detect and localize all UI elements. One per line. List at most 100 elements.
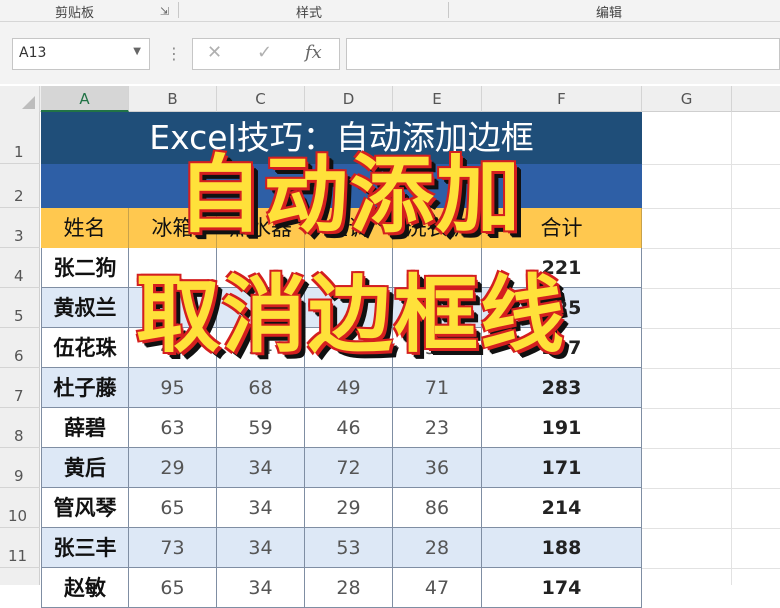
table-cell-total[interactable]: 214 xyxy=(482,488,642,528)
row-header-2[interactable]: 2 xyxy=(0,164,40,208)
table-cell-name[interactable]: 张二狗 xyxy=(41,248,129,288)
table-cell-value[interactable]: 29 xyxy=(129,448,217,488)
row-header-10[interactable]: 10 xyxy=(0,488,40,528)
gridline xyxy=(731,112,732,585)
table-cell-value[interactable]: 34 xyxy=(217,568,305,608)
column-header-b[interactable]: B xyxy=(129,86,217,112)
table-cell-value[interactable]: 34 xyxy=(217,488,305,528)
row-header-5[interactable]: 5 xyxy=(0,288,40,328)
header-cell-name[interactable]: 姓名 xyxy=(41,208,129,248)
chevron-down-icon[interactable]: ▼ xyxy=(133,46,141,57)
column-header-a[interactable]: A xyxy=(41,86,129,112)
formula-input[interactable] xyxy=(346,38,780,70)
row-header-3[interactable]: 3 xyxy=(0,208,40,248)
gridline xyxy=(642,248,780,249)
table-cell-total[interactable]: 174 xyxy=(482,568,642,608)
insert-function-icon[interactable]: fx xyxy=(305,42,322,63)
table-cell-value[interactable]: 59 xyxy=(217,408,305,448)
column-header-d[interactable]: D xyxy=(305,86,393,112)
cancel-icon[interactable]: ✕ xyxy=(207,42,222,63)
table-cell-value[interactable]: 28 xyxy=(305,568,393,608)
row-number: 2 xyxy=(14,187,24,205)
table-cell-name[interactable]: 张三丰 xyxy=(41,528,129,568)
row-number: 6 xyxy=(14,347,24,365)
name-box[interactable]: A13 ▼ xyxy=(12,38,150,70)
table-cell-total[interactable]: 188 xyxy=(482,528,642,568)
ribbon-group-labels: 剪贴板 ⇲ 样式 编辑 xyxy=(0,0,780,22)
row-header-9[interactable]: 9 xyxy=(0,448,40,488)
table-cell-value[interactable]: 46 xyxy=(305,408,393,448)
table-cell-name[interactable]: 薛碧 xyxy=(41,408,129,448)
table-cell-value[interactable]: 63 xyxy=(129,408,217,448)
row-header-7[interactable]: 7 xyxy=(0,368,40,408)
table-cell-value[interactable]: 34 xyxy=(217,448,305,488)
row-number: 10 xyxy=(8,507,28,525)
table-cell-value[interactable]: 36 xyxy=(393,448,482,488)
ribbon-separator xyxy=(178,2,179,18)
table-cell-name[interactable]: 黄叔兰 xyxy=(41,288,129,328)
table-cell-name[interactable]: 伍花珠 xyxy=(41,328,129,368)
overlay-caption-line2: 取消边框线 xyxy=(136,266,567,364)
row-number: 11 xyxy=(8,547,28,565)
table-cell-value[interactable]: 86 xyxy=(393,488,482,528)
column-header-g[interactable]: G xyxy=(642,86,732,112)
row-number: 5 xyxy=(14,307,24,325)
name-box-value: A13 xyxy=(19,45,47,61)
table-cell-value[interactable]: 65 xyxy=(129,488,217,528)
gridline xyxy=(642,328,780,329)
column-header-f[interactable]: F xyxy=(482,86,642,112)
gridline xyxy=(642,368,780,369)
ribbon-group-editing: 编辑 xyxy=(596,6,623,21)
table-cell-value[interactable]: 53 xyxy=(305,528,393,568)
gridline xyxy=(642,288,780,289)
row-number: 9 xyxy=(14,467,24,485)
gridline xyxy=(642,208,780,209)
table-cell-value[interactable]: 23 xyxy=(393,408,482,448)
gridline xyxy=(642,488,780,489)
gridline xyxy=(642,164,780,165)
gridline xyxy=(642,448,780,449)
row-number: 4 xyxy=(14,267,24,285)
row-header-12[interactable]: 12 xyxy=(0,568,40,585)
table-cell-name[interactable]: 黄后 xyxy=(41,448,129,488)
row-header-4[interactable]: 4 xyxy=(0,248,40,288)
enter-icon[interactable]: ✓ xyxy=(257,42,272,63)
overlay-caption-line1: 自动添加 xyxy=(178,146,523,244)
table-cell-value[interactable]: 28 xyxy=(393,528,482,568)
table-cell-value[interactable]: 65 xyxy=(129,568,217,608)
ribbon-group-styles: 样式 xyxy=(296,6,323,21)
gridline xyxy=(642,408,780,409)
table-cell-name[interactable]: 管风琴 xyxy=(41,488,129,528)
row-header-8[interactable]: 8 xyxy=(0,408,40,448)
select-all-icon xyxy=(22,96,35,109)
table-cell-value[interactable]: 29 xyxy=(305,488,393,528)
table-cell-total[interactable]: 283 xyxy=(482,368,642,408)
ribbon-group-clipboard: 剪贴板 xyxy=(55,6,95,21)
table-cell-name[interactable]: 赵敏 xyxy=(41,568,129,608)
table-cell-name[interactable]: 杜子藤 xyxy=(41,368,129,408)
table-cell-value[interactable]: 72 xyxy=(305,448,393,488)
clipboard-launcher-icon[interactable]: ⇲ xyxy=(160,5,169,18)
row-header-11[interactable]: 11 xyxy=(0,528,40,568)
row-number: 1 xyxy=(14,143,24,161)
table-cell-value[interactable]: 73 xyxy=(129,528,217,568)
row-header-1[interactable]: 1 xyxy=(0,112,40,164)
table-cell-value[interactable]: 95 xyxy=(129,368,217,408)
table-cell-value[interactable]: 49 xyxy=(305,368,393,408)
table-cell-value[interactable]: 68 xyxy=(217,368,305,408)
table-cell-value[interactable]: 47 xyxy=(393,568,482,608)
table-cell-value[interactable]: 34 xyxy=(217,528,305,568)
row-header-6[interactable]: 6 xyxy=(0,328,40,368)
ribbon-separator xyxy=(448,2,449,18)
column-header-c[interactable]: C xyxy=(217,86,305,112)
column-header-e[interactable]: E xyxy=(393,86,482,112)
table-cell-total[interactable]: 171 xyxy=(482,448,642,488)
gridline xyxy=(642,528,780,529)
row-number: 3 xyxy=(14,227,24,245)
table-cell-value[interactable]: 71 xyxy=(393,368,482,408)
formula-buttons: ✕ ✓ fx xyxy=(192,38,340,70)
more-options-icon[interactable]: ⋮ xyxy=(166,44,182,63)
row-number: 8 xyxy=(14,427,24,445)
row-number: 7 xyxy=(14,387,24,405)
table-cell-total[interactable]: 191 xyxy=(482,408,642,448)
